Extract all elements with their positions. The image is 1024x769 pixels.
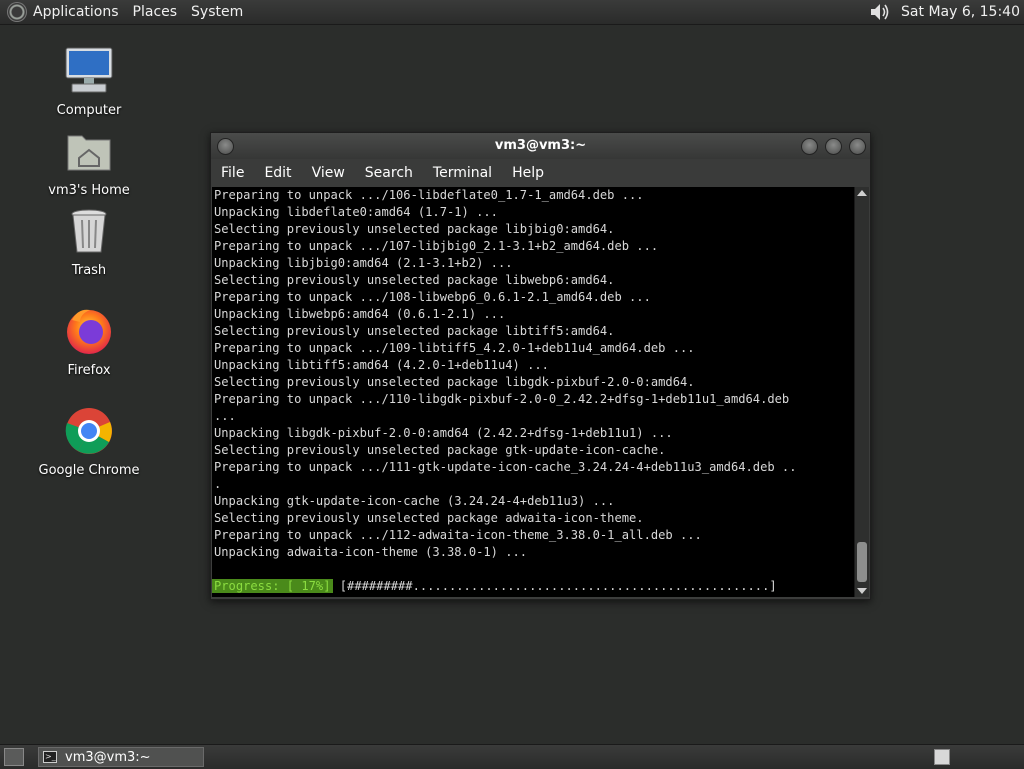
- scroll-up-arrow-icon[interactable]: [857, 190, 867, 196]
- terminal-lines: Preparing to unpack .../106-libdeflate0_…: [212, 187, 854, 561]
- progress-label: Progress: [ 17%]: [212, 579, 333, 593]
- terminal-output[interactable]: Preparing to unpack .../106-libdeflate0_…: [212, 187, 854, 597]
- close-button[interactable]: [849, 138, 866, 155]
- clock[interactable]: Sat May 6, 15:40: [901, 4, 1020, 20]
- terminal-line: Unpacking adwaita-icon-theme (3.38.0-1) …: [214, 545, 528, 559]
- menu-places[interactable]: Places: [133, 4, 178, 20]
- workspace-switcher[interactable]: [934, 749, 950, 765]
- terminal-line: Selecting previously unselected package …: [214, 375, 695, 389]
- progress-line: Progress: [ 17%] [#########.............…: [212, 578, 854, 595]
- progress-bar: [#########..............................…: [339, 579, 777, 593]
- home-folder-icon: [34, 126, 144, 180]
- panel-tray: Sat May 6, 15:40: [869, 1, 1024, 23]
- desktop-icon-label: Google Chrome: [38, 463, 140, 478]
- terminal-line: Preparing to unpack .../108-libwebp6_0.6…: [214, 290, 651, 304]
- maximize-button[interactable]: [825, 138, 842, 155]
- scroll-thumb[interactable]: [857, 542, 867, 582]
- desktop-icon-label: Firefox: [67, 363, 111, 378]
- terminal-line: Unpacking libdeflate0:amd64 (1.7-1) ...: [214, 205, 498, 219]
- desktop-icon-home[interactable]: vm3's Home: [34, 126, 144, 198]
- window-title: vm3@vm3:~: [494, 138, 587, 153]
- desktop-icon-chrome[interactable]: Google Chrome: [34, 406, 144, 478]
- terminal-line: Selecting previously unselected package …: [214, 443, 666, 457]
- window-menu-button[interactable]: [217, 138, 234, 155]
- terminal-line: Selecting previously unselected package …: [214, 222, 615, 236]
- terminal-line: Unpacking libjbig0:amd64 (2.1-3.1+b2) ..…: [214, 256, 513, 270]
- speaker-icon[interactable]: [869, 1, 891, 23]
- desktop-icon-computer[interactable]: Computer: [34, 46, 144, 118]
- terminal-line: .: [214, 477, 222, 491]
- terminal-line: Preparing to unpack .../112-adwaita-icon…: [214, 528, 702, 542]
- minimize-button[interactable]: [801, 138, 818, 155]
- menu-file[interactable]: File: [221, 165, 244, 181]
- show-desktop-icon[interactable]: [4, 748, 24, 766]
- terminal-line: Selecting previously unselected package …: [214, 511, 644, 525]
- menu-applications[interactable]: Applications: [33, 4, 119, 20]
- firefox-icon: [34, 306, 144, 360]
- desktop-icon-label: vm3's Home: [48, 183, 130, 198]
- terminal-menubar: File Edit View Search Terminal Help: [211, 159, 870, 187]
- terminal-line: Unpacking libgdk-pixbuf-2.0-0:amd64 (2.4…: [214, 426, 673, 440]
- taskbar-item-label: vm3@vm3:~: [65, 749, 151, 765]
- scroll-down-arrow-icon[interactable]: [857, 588, 867, 594]
- terminal-line: Unpacking libwebp6:amd64 (0.6.1-2.1) ...: [214, 307, 506, 321]
- distro-logo-icon[interactable]: [7, 2, 27, 22]
- menu-view[interactable]: View: [312, 165, 345, 181]
- menu-edit[interactable]: Edit: [264, 165, 291, 181]
- chrome-icon: [34, 406, 144, 460]
- terminal-line: Selecting previously unselected package …: [214, 324, 615, 338]
- terminal-window[interactable]: vm3@vm3:~ File Edit View Search Terminal…: [210, 132, 871, 600]
- computer-icon: [34, 46, 144, 100]
- terminal-line: Preparing to unpack .../110-libgdk-pixbu…: [214, 392, 790, 406]
- taskbar-item-terminal[interactable]: >_ vm3@vm3:~: [38, 747, 204, 767]
- menu-system[interactable]: System: [191, 4, 243, 20]
- menu-search[interactable]: Search: [365, 165, 413, 181]
- desktop-icon-label: Computer: [56, 103, 122, 118]
- bottom-panel: >_ vm3@vm3:~: [0, 744, 1024, 769]
- terminal-line: Preparing to unpack .../107-libjbig0_2.1…: [214, 239, 659, 253]
- terminal-icon: >_: [43, 751, 57, 763]
- terminal-line: Preparing to unpack .../109-libtiff5_4.2…: [214, 341, 695, 355]
- top-panel: Applications Places System Sat May 6, 15…: [0, 0, 1024, 25]
- window-titlebar[interactable]: vm3@vm3:~: [211, 133, 870, 159]
- menu-help[interactable]: Help: [512, 165, 544, 181]
- menu-terminal[interactable]: Terminal: [433, 165, 492, 181]
- trash-icon: [34, 206, 144, 260]
- terminal-line: Unpacking gtk-update-icon-cache (3.24.24…: [214, 494, 615, 508]
- terminal-line: Preparing to unpack .../111-gtk-update-i…: [214, 460, 797, 474]
- desktop-icon-firefox[interactable]: Firefox: [34, 306, 144, 378]
- desktop-icon-label: Trash: [71, 263, 107, 278]
- terminal-line: Unpacking libtiff5:amd64 (4.2.0-1+deb11u…: [214, 358, 549, 372]
- terminal-line: Preparing to unpack .../106-libdeflate0_…: [214, 188, 644, 202]
- terminal-line: Selecting previously unselected package …: [214, 273, 615, 287]
- terminal-line: ...: [214, 409, 236, 423]
- desktop-icon-trash[interactable]: Trash: [34, 206, 144, 278]
- scrollbar[interactable]: [854, 187, 869, 597]
